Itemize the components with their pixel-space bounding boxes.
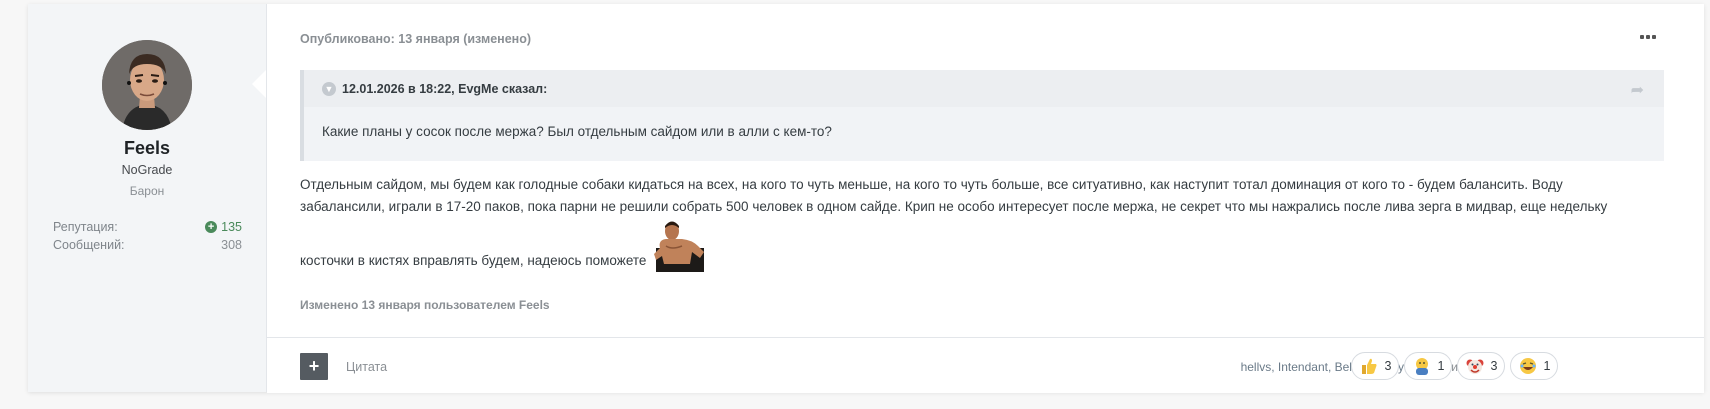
posts-label: Сообщений: xyxy=(53,238,125,252)
laughing-icon xyxy=(1519,358,1536,374)
reaction-count: 3 xyxy=(1384,359,1392,373)
post-options-button[interactable] xyxy=(1640,32,1660,42)
post-text-line: забалансили, играли в 17-20 паков, пока … xyxy=(300,199,1608,214)
chevron-down-icon[interactable]: ▼ xyxy=(322,82,336,96)
reputation-value-wrap: + 135 xyxy=(205,220,242,234)
posts-value: 308 xyxy=(221,238,242,252)
post-text-last-line: косточки в кистях вправлять будем, надею… xyxy=(300,218,1690,272)
reputation-stat: Репутация: + 135 xyxy=(53,220,242,234)
quote-block: ▼ 12.01.2026 в 18:22, EvgMe сказал: ➦ Ка… xyxy=(300,70,1664,161)
share-arrow-icon[interactable]: ➦ xyxy=(1631,80,1644,100)
author-panel: Feels NoGrade Барон Репутация: + 135 Соо… xyxy=(28,4,267,392)
post-arrow xyxy=(252,70,266,98)
post-text-line: косточки в кистях вправлять будем, надею… xyxy=(300,253,647,268)
reputation-label: Репутация: xyxy=(53,220,118,234)
posts-stat: Сообщений: 308 xyxy=(53,238,242,252)
reaction-count: 3 xyxy=(1490,359,1498,373)
author-group: NoGrade xyxy=(121,163,173,177)
clown-icon xyxy=(1466,359,1484,374)
quote-header[interactable]: ▼ 12.01.2026 в 18:22, EvgMe сказал: ➦ xyxy=(304,70,1664,107)
quote-text: Какие планы у сосок после мержа? Был отд… xyxy=(322,124,832,139)
reaction-laughing[interactable]: 1 xyxy=(1510,352,1558,380)
reaction-count: 1 xyxy=(1437,359,1445,373)
dot xyxy=(1640,35,1644,39)
reaction-clown[interactable]: 3 xyxy=(1457,352,1505,380)
forum-post: Feels NoGrade Барон Репутация: + 135 Соо… xyxy=(28,4,1704,393)
reaction-thinking[interactable]: 1 xyxy=(1404,352,1452,380)
reaction-thumbs-up[interactable]: 3 xyxy=(1351,352,1399,380)
thinking-icon xyxy=(1415,358,1428,375)
post-footer: + Цитата hellvs, Intendant, Belarus SiDy… xyxy=(267,337,1704,393)
quote-button[interactable]: Цитата xyxy=(346,360,387,374)
author-rank: Барон xyxy=(129,184,165,198)
plus-circle-icon: + xyxy=(205,221,218,233)
muscleman-emoticon-image xyxy=(652,218,709,272)
post-body: Отдельным сайдом, мы будем как голодные … xyxy=(300,174,1690,272)
thumbs-up-icon xyxy=(1361,358,1377,374)
multiquote-add-button[interactable]: + xyxy=(300,353,328,380)
author-avatar[interactable] xyxy=(102,40,192,130)
author-name[interactable]: Feels xyxy=(28,138,266,159)
edited-notice: Изменено 13 января пользователем Feels xyxy=(300,298,550,312)
dot xyxy=(1652,35,1656,39)
dot xyxy=(1646,35,1650,39)
post-meta[interactable]: Опубликовано: 13 января (изменено) xyxy=(300,32,531,46)
reputation-value: 135 xyxy=(221,220,242,234)
reaction-count: 1 xyxy=(1543,359,1551,373)
quote-citation: 12.01.2026 в 18:22, EvgMe сказал: xyxy=(342,82,548,96)
post-text-line: Отдельным сайдом, мы будем как голодные … xyxy=(300,177,1563,192)
